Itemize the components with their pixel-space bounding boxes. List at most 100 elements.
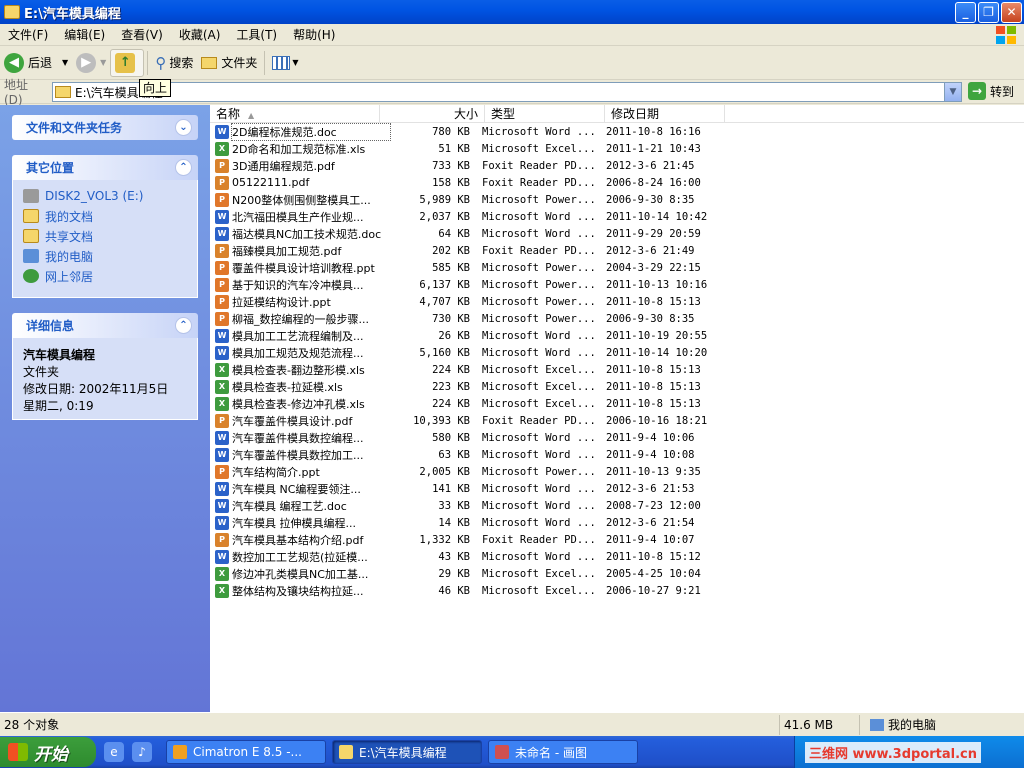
other-place-network[interactable]: 网上邻居	[23, 266, 187, 286]
other-places-header[interactable]: 其它位置 ⌃	[12, 155, 198, 180]
menu-help[interactable]: 帮助(H)	[285, 24, 343, 46]
details-name: 汽车模具编程	[23, 348, 96, 362]
file-name: 汽车模具 编程工艺.doc	[232, 499, 347, 513]
task-cimatron[interactable]: Cimatron E 8.5 -...	[166, 740, 326, 764]
table-row[interactable]: W 汽车覆盖件模具数控编程... 580 KB Microsoft Word ... 2…	[210, 429, 720, 446]
file-size: 64 KB	[438, 227, 470, 240]
table-row[interactable]: W 模具加工规范及规范流程... 5,160 KB Microsoft Word ..…	[210, 344, 720, 361]
table-row[interactable]: W 数控加工工艺规范(拉延模... 43 KB Microsoft Word ... 2…	[210, 548, 720, 565]
close-button[interactable]: ✕	[1001, 2, 1022, 23]
column-label: 修改日期	[611, 107, 660, 121]
task-paint[interactable]: 未命名 - 画图	[488, 740, 638, 764]
table-row[interactable]: P 柳福_数控编程的一般步骤... 730 KB Microsoft Power...…	[210, 310, 720, 327]
address-input[interactable]: E:\汽车模具编程 ▼	[52, 82, 962, 102]
start-button[interactable]: 开始	[0, 737, 96, 767]
table-row[interactable]: P 基于知识的汽车冷冲模具... 6,137 KB Microsoft Power..…	[210, 276, 720, 293]
search-button[interactable]: ⚲ 搜索	[151, 49, 197, 77]
column-name[interactable]: 名称 ▲	[210, 105, 380, 123]
ie-icon[interactable]: e	[104, 742, 124, 762]
chevron-down-icon[interactable]: ⌄	[175, 119, 192, 136]
file-type: Microsoft Power...	[482, 465, 596, 478]
table-row[interactable]: W 汽车模具 编程工艺.doc 33 KB Microsoft Word ... 200…	[210, 497, 720, 514]
chevron-down-icon[interactable]: ▼	[62, 58, 68, 67]
other-place-shared-documents[interactable]: 共享文档	[23, 226, 187, 246]
table-row[interactable]: X 模具检查表-拉延模.xls 223 KB Microsoft Excel... 20…	[210, 378, 720, 395]
file-date: 2011-10-13 9:35	[606, 465, 701, 478]
table-row[interactable]: P 汽车覆盖件模具设计.pdf 10,393 KB Foxit Reader PD..…	[210, 412, 720, 429]
column-size[interactable]: 大小	[380, 105, 485, 123]
table-row[interactable]: W 汽车模具 拉伸模具编程... 14 KB Microsoft Word ... 20…	[210, 514, 720, 531]
table-row[interactable]: W 2D编程标准规范.doc 780 KB Microsoft Word ... 201…	[210, 122, 720, 141]
table-row[interactable]: P 汽车模具基本结构介绍.pdf 1,332 KB Foxit Reader PD..…	[210, 531, 720, 548]
chevron-down-icon[interactable]: ▼	[944, 83, 961, 101]
back-button[interactable]: ◀ 后退 ▼	[0, 49, 72, 77]
other-places-title: 其它位置	[26, 161, 75, 175]
file-type: Microsoft Power...	[482, 261, 596, 274]
table-row[interactable]: X 修边冲孔类模具NC加工基... 29 KB Microsoft Excel... 2…	[210, 565, 720, 582]
menu-favorites[interactable]: 收藏(A)	[171, 24, 229, 46]
table-row[interactable]: X 模具检查表-翻边整形模.xls 224 KB Microsoft Excel...…	[210, 361, 720, 378]
menu-tools[interactable]: 工具(T)	[228, 24, 285, 46]
column-header: 名称 ▲ 大小 类型 修改日期	[210, 105, 1024, 123]
table-row[interactable]: P 覆盖件模具设计培训教程.ppt 585 KB Microsoft Power...…	[210, 259, 720, 276]
chevron-up-icon[interactable]: ⌃	[175, 317, 192, 334]
menu-view[interactable]: 查看(V)	[113, 24, 171, 46]
other-place-my-computer[interactable]: 我的电脑	[23, 246, 187, 266]
task-explorer[interactable]: E:\汽车模具编程	[332, 740, 482, 764]
menu-edit[interactable]: 编辑(E)	[56, 24, 113, 46]
table-row[interactable]: P 3D通用编程规范.pdf 733 KB Foxit Reader PD... 201…	[210, 157, 720, 174]
file-type: Microsoft Word ...	[482, 431, 596, 444]
file-date: 2011-10-14 10:20	[606, 346, 708, 359]
views-button[interactable]: ▼	[268, 49, 302, 77]
table-row[interactable]: P 05122111.pdf 158 KB Foxit Reader PD... 200…	[210, 174, 720, 191]
file-size: 224 KB	[432, 363, 470, 376]
column-date[interactable]: 修改日期	[605, 105, 725, 123]
pdf-file-icon: P	[215, 158, 229, 173]
file-tasks-header[interactable]: 文件和文件夹任务 ⌄	[12, 115, 198, 140]
table-row[interactable]: X 模具检查表-修边冲孔模.xls 224 KB Microsoft Excel...…	[210, 395, 720, 412]
file-type: Microsoft Excel...	[482, 142, 596, 155]
table-row[interactable]: W 模具加工工艺流程编制及... 26 KB Microsoft Word ... 20…	[210, 327, 720, 344]
table-row[interactable]: P N200整体侧围侧整模具工... 5,989 KB Microsoft Power…	[210, 191, 720, 208]
media-icon[interactable]: ♪	[132, 742, 152, 762]
forward-arrow-icon: ▶	[76, 52, 97, 73]
start-label: 开始	[34, 744, 68, 765]
file-list: 名称 ▲ 大小 类型 修改日期 W 2D编程标准规范.doc 780 KB Micros…	[210, 105, 1024, 712]
folder-icon	[55, 86, 71, 98]
word-file-icon: W	[215, 498, 229, 513]
table-row[interactable]: X 2D命名和加工规范标准.xls 51 KB Microsoft Excel... 2…	[210, 140, 720, 157]
table-row[interactable]: W 福达模具NC加工技术规范.doc 64 KB Microsoft Word ...…	[210, 225, 720, 242]
table-row[interactable]: P 福臻模具加工规范.pdf 202 KB Foxit Reader PD... 201…	[210, 242, 720, 259]
table-row[interactable]: P 拉延模结构设计.ppt 4,707 KB Microsoft Power... 20…	[210, 293, 720, 310]
menu-file[interactable]: 文件(F)	[0, 24, 56, 46]
other-places-body: DISK2_VOL3 (E:) 我的文档 共享文档 我的电脑 网上邻居	[12, 180, 198, 298]
file-name: 福臻模具加工规范.pdf	[232, 244, 342, 258]
table-row[interactable]: P 汽车结构简介.ppt 2,005 KB Microsoft Power... 201…	[210, 463, 720, 480]
file-name: 北汽福田模具生产作业规...	[232, 210, 364, 224]
table-row[interactable]: W 汽车覆盖件模具数控加工... 63 KB Microsoft Word ... 20…	[210, 446, 720, 463]
forward-button[interactable]: ▶ ▼	[72, 49, 110, 77]
other-place-my-documents[interactable]: 我的文档	[23, 206, 187, 226]
title-bar[interactable]: E:\汽车模具编程 _ ❐ ✕	[0, 0, 1024, 24]
details-header[interactable]: 详细信息 ⌃	[12, 313, 198, 338]
folders-button[interactable]: 文件夹	[197, 49, 261, 77]
up-button[interactable]: ↑	[110, 48, 145, 77]
file-date: 2011-10-8 15:13	[606, 363, 701, 376]
table-row[interactable]: W 北汽福田模具生产作业规... 2,037 KB Microsoft Word ..…	[210, 208, 720, 225]
other-place-drive[interactable]: DISK2_VOL3 (E:)	[23, 186, 187, 206]
file-type: Microsoft Excel...	[482, 397, 596, 410]
minimize-button[interactable]: _	[955, 2, 976, 23]
file-name: 修边冲孔类模具NC加工基...	[232, 567, 369, 581]
maximize-button[interactable]: ❐	[978, 2, 999, 23]
ppt-file-icon: P	[215, 192, 229, 207]
table-row[interactable]: W 汽车模具 NC编程要领注... 141 KB Microsoft Word ...…	[210, 480, 720, 497]
table-row[interactable]: X 整体结构及镶块结构拉延... 46 KB Microsoft Excel... 20…	[210, 582, 720, 599]
details-body: 汽车模具编程 文件夹 修改日期: 2002年11月5日 星期二, 0:19	[12, 338, 198, 420]
column-type[interactable]: 类型	[485, 105, 605, 123]
file-size: 202 KB	[432, 244, 470, 257]
chevron-up-icon[interactable]: ⌃	[175, 159, 192, 176]
go-button[interactable]: → 转到	[968, 82, 1014, 100]
status-location-label: 我的电脑	[888, 717, 937, 732]
file-name: 2D编程标准规范.doc	[231, 122, 391, 141]
file-size: 141 KB	[432, 482, 470, 495]
